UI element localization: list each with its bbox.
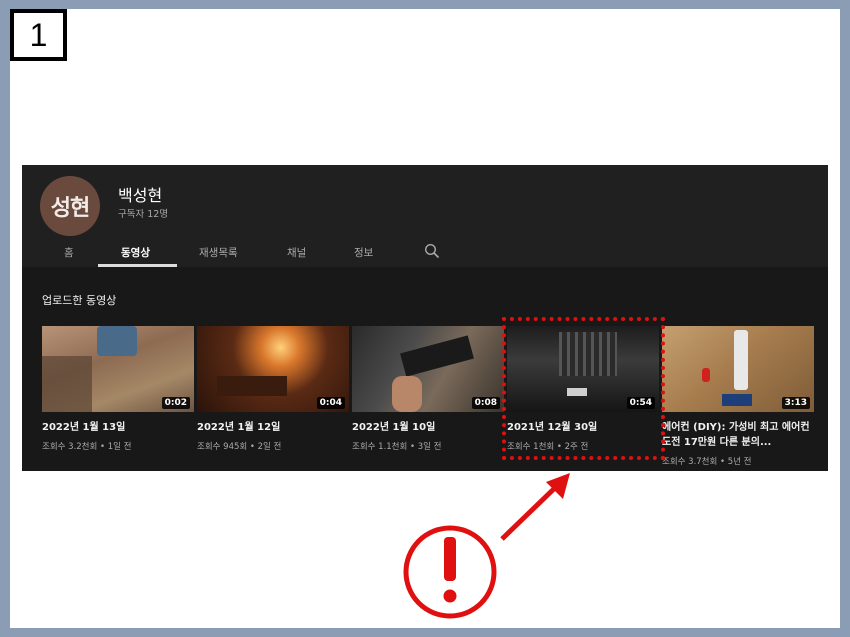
subscriber-count: 구독자 12명	[118, 209, 169, 220]
video-meta: 조회수 3.2천회 • 1일 전	[42, 442, 132, 452]
channel-header: 성현 백성현 구독자 12명 홈 동영상 재생목록 채널 정보	[22, 165, 828, 267]
video-title[interactable]: 2022년 1월 12일	[197, 420, 349, 435]
youtube-channel-panel: 성현 백성현 구독자 12명 홈 동영상 재생목록 채널 정보 업로드한 동영상…	[22, 165, 828, 471]
channel-name: 백성현	[118, 186, 163, 205]
video-thumbnail[interactable]: 0:04	[197, 326, 349, 412]
video-title[interactable]: 2022년 1월 13일	[42, 420, 194, 435]
video-meta: 조회수 3.7천회 • 5년 전	[662, 457, 752, 467]
tab-about[interactable]: 정보	[354, 245, 373, 260]
video-duration: 3:13	[781, 397, 810, 409]
video-meta: 조회수 945회 • 2일 전	[197, 442, 282, 452]
alert-arrow-annotation	[403, 473, 570, 619]
slide-number: 1	[10, 9, 67, 61]
video-thumbnail[interactable]: 0:02	[42, 326, 194, 412]
video-duration: 0:02	[161, 397, 190, 409]
video-duration: 0:08	[471, 397, 500, 409]
video-card[interactable]: 3:13 에어컨 (DIY): 가성비 최고 에어컨 도전 17만원 다른 분의…	[662, 326, 814, 467]
tab-videos[interactable]: 동영상	[121, 245, 150, 260]
video-card[interactable]: 0:08 2022년 1월 10일 조회수 1.1천회 • 3일 전	[352, 326, 504, 452]
avatar[interactable]: 성현	[40, 176, 100, 236]
section-title: 업로드한 동영상	[42, 294, 117, 307]
video-card[interactable]: 0:04 2022년 1월 12일 조회수 945회 • 2일 전	[197, 326, 349, 452]
video-card[interactable]: 0:02 2022년 1월 13일 조회수 3.2천회 • 1일 전	[42, 326, 194, 452]
active-tab-indicator	[98, 264, 177, 267]
tab-home[interactable]: 홈	[64, 245, 74, 260]
tab-playlists[interactable]: 재생목록	[199, 245, 238, 260]
video-thumbnail[interactable]: 3:13	[662, 326, 814, 412]
video-title[interactable]: 2022년 1월 10일	[352, 420, 504, 435]
search-icon[interactable]	[424, 243, 440, 259]
video-duration: 0:04	[316, 397, 345, 409]
highlight-box	[502, 317, 665, 460]
tab-channels[interactable]: 채널	[287, 245, 306, 260]
video-meta: 조회수 1.1천회 • 3일 전	[352, 442, 442, 452]
arrow-line	[500, 481, 562, 541]
video-thumbnail[interactable]: 0:08	[352, 326, 504, 412]
video-title[interactable]: 에어컨 (DIY): 가성비 최고 에어컨 도전 17만원 다른 분의...	[662, 420, 814, 450]
